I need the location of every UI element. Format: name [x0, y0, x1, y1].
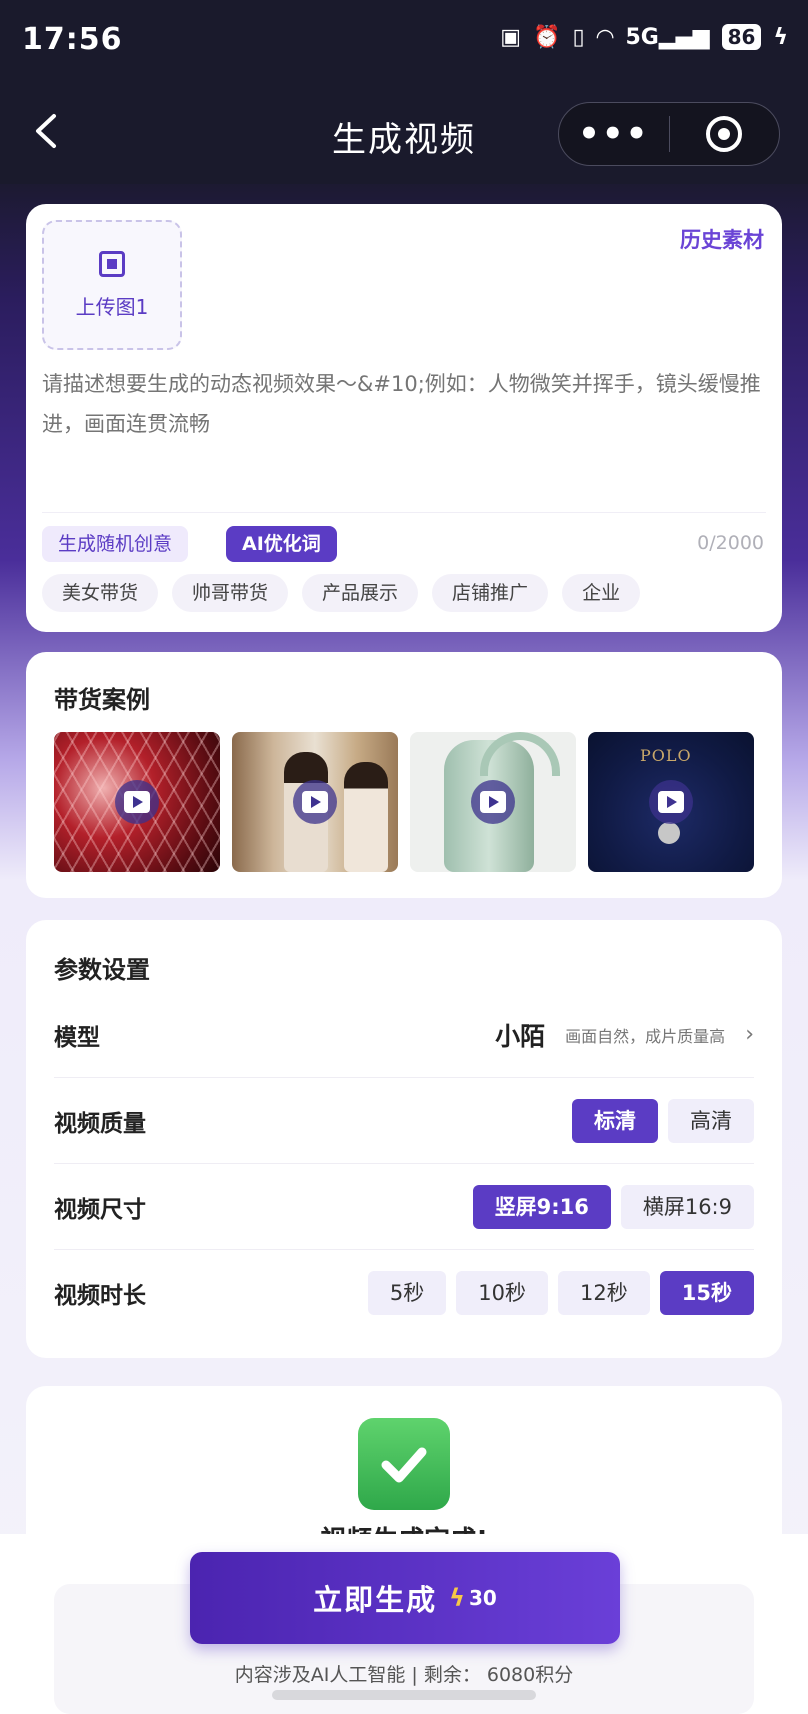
- size-row: 视频尺寸 竖屏9:16 横屏16:9: [54, 1164, 754, 1250]
- size-option-landscape[interactable]: 横屏16:9: [620, 1184, 754, 1229]
- play-icon: [649, 780, 693, 824]
- signal-icon: 5G▂▄▆: [625, 24, 710, 50]
- size-option-portrait[interactable]: 竖屏9:16: [472, 1184, 611, 1229]
- upload-label: 上传图1: [75, 294, 149, 319]
- duration-label: 视频时长: [54, 1283, 146, 1309]
- model-label: 模型: [54, 1024, 100, 1051]
- polo-logo-text: POLO: [640, 746, 692, 765]
- duration-option-5s[interactable]: 5秒: [367, 1271, 447, 1315]
- quality-row: 视频质量 标清 高清: [54, 1078, 754, 1164]
- upload-icon: [99, 250, 125, 277]
- divider: [42, 512, 766, 513]
- generate-label: 立即生成: [313, 1583, 438, 1617]
- quality-option-sd[interactable]: 标清: [572, 1098, 658, 1143]
- duration-option-15s[interactable]: 15秒: [659, 1271, 754, 1315]
- tag-row: 美女带货 帅哥带货 产品展示 店铺推广 企业: [42, 574, 641, 612]
- more-icon: •••: [578, 114, 650, 154]
- duration-option-10s[interactable]: 10秒: [456, 1271, 549, 1315]
- vibrate-icon: ▯: [572, 24, 585, 50]
- status-time: 17:56: [22, 22, 123, 57]
- cost-badge: ϟ 30: [449, 1584, 497, 1612]
- upload-image-button[interactable]: 上传图1: [42, 220, 182, 350]
- quality-option-hd[interactable]: 高清: [668, 1098, 754, 1143]
- footer-note: 内容涉及AI人工智能 | 剩余： 6080积分: [234, 1664, 574, 1686]
- tag-chip[interactable]: 美女带货: [42, 574, 159, 612]
- model-desc: 画面自然，成片质量高: [565, 1026, 726, 1046]
- cases-title: 带货案例: [54, 686, 150, 714]
- prompt-card: 上传图1 历史素材 生成随机创意 AI优化词 0/2000 美女带货 帅哥带货 …: [26, 204, 782, 632]
- char-counter: 0/2000: [697, 532, 764, 554]
- nav-bar: 生成视频 •••: [0, 86, 808, 184]
- ai-optimize-button[interactable]: AI优化词: [226, 526, 337, 562]
- battery-icon: 86: [721, 24, 762, 50]
- lightning-icon: ϟ: [449, 1584, 465, 1612]
- history-materials-link[interactable]: 历史素材: [680, 224, 764, 254]
- duration-option-12s[interactable]: 12秒: [558, 1271, 650, 1315]
- home-indicator: [272, 1690, 536, 1700]
- tag-chip[interactable]: 产品展示: [302, 574, 419, 612]
- params-card: 参数设置 模型 小陌 画面自然，成片质量高 › 视频质量 标清 高清 视频尺寸 …: [26, 920, 782, 1358]
- close-miniprogram-button[interactable]: [670, 102, 780, 166]
- alarm-icon: ⏰: [533, 24, 561, 50]
- status-icons: ▣ ⏰ ▯ ◠ 5G▂▄▆ 86 ϟ: [500, 24, 788, 50]
- params-title: 参数设置: [54, 956, 150, 984]
- bottom-action-bar: 立即生成 ϟ 30 内容涉及AI人工智能 | 剩余： 6080积分: [0, 1534, 808, 1714]
- model-value: 小陌: [495, 1021, 546, 1051]
- cases-card: 带货案例 POLO: [26, 652, 782, 898]
- model-row[interactable]: 模型 小陌 画面自然，成片质量高 ›: [54, 992, 754, 1078]
- nfc-icon: ▣: [500, 24, 522, 50]
- play-icon: [471, 780, 515, 824]
- tag-chip[interactable]: 店铺推广: [432, 574, 549, 612]
- cost-value: 30: [469, 1586, 497, 1610]
- duration-row: 视频时长 5秒 10秒 12秒 15秒: [54, 1250, 754, 1336]
- status-bar: 17:56 ▣ ⏰ ▯ ◠ 5G▂▄▆ 86 ϟ: [0, 0, 808, 86]
- quality-label: 视频质量: [54, 1110, 146, 1137]
- more-button[interactable]: •••: [559, 102, 669, 166]
- tag-chip[interactable]: 企业: [562, 574, 641, 612]
- prompt-input[interactable]: [42, 364, 762, 504]
- play-icon: [115, 780, 159, 824]
- case-video-thumbnail[interactable]: [410, 732, 576, 872]
- size-label: 视频尺寸: [54, 1196, 146, 1223]
- check-icon: [358, 1418, 450, 1510]
- generate-now-button[interactable]: 立即生成 ϟ 30: [190, 1552, 620, 1644]
- signal-label: 5G: [625, 24, 659, 50]
- target-icon: [706, 116, 743, 152]
- case-video-thumbnail[interactable]: [232, 732, 398, 872]
- tag-chip[interactable]: 帅哥带货: [172, 574, 289, 612]
- case-video-thumbnail[interactable]: POLO: [588, 732, 754, 872]
- mini-program-capsule: •••: [558, 102, 780, 166]
- case-thumbnails: POLO: [54, 732, 754, 872]
- chevron-right-icon: ›: [745, 1022, 754, 1047]
- charging-icon: ϟ: [773, 24, 788, 50]
- wifi-icon: ◠: [596, 24, 614, 50]
- case-video-thumbnail[interactable]: [54, 732, 220, 872]
- random-idea-button[interactable]: 生成随机创意: [42, 526, 189, 562]
- play-icon: [293, 780, 337, 824]
